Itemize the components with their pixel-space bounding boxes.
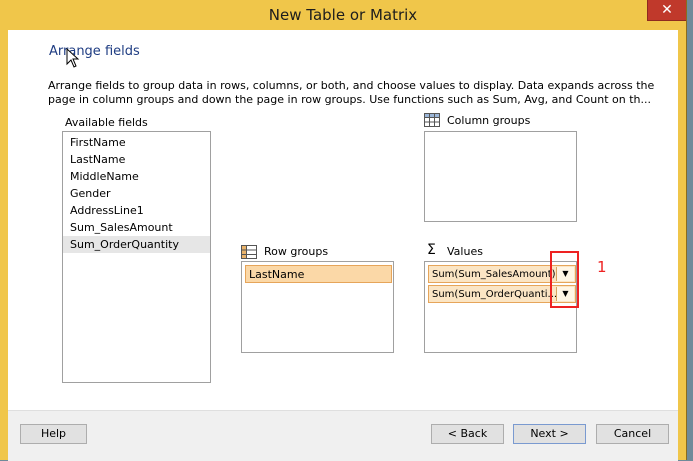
row-groups-label: Row groups — [264, 245, 329, 258]
field-item[interactable]: MiddleName — [63, 168, 210, 185]
annotation-highlight — [550, 251, 579, 308]
sigma-icon: Σ — [427, 242, 436, 258]
field-item[interactable]: FirstName — [63, 134, 210, 151]
row-groups-list[interactable]: LastName — [241, 261, 394, 353]
field-item[interactable]: Gender — [63, 185, 210, 202]
window-title: New Table or Matrix — [268, 6, 418, 24]
description: Arrange fields to group data in rows, co… — [48, 79, 673, 107]
cancel-button[interactable]: Cancel — [596, 424, 669, 444]
close-button[interactable]: ✕ — [647, 0, 686, 21]
dialog-window: New Table or Matrix ✕ Arrange fields Arr… — [0, 0, 687, 461]
content-area: Arrange fields Arrange fields to group d… — [8, 30, 678, 410]
value-item-label: Sum(Sum_SalesAmount) — [432, 269, 556, 280]
field-item-selected[interactable]: Sum_OrderQuantity — [63, 236, 210, 253]
title-bar: New Table or Matrix ✕ — [0, 0, 686, 30]
available-fields-list[interactable]: FirstName LastName MiddleName Gender Add… — [62, 131, 211, 383]
column-groups-list[interactable] — [424, 131, 577, 222]
value-item-label: Sum(Sum_OrderQuanti... — [432, 289, 556, 300]
column-groups-icon — [424, 113, 440, 127]
button-bar: Help < Back Next > Cancel — [8, 410, 678, 461]
row-groups-icon — [241, 245, 257, 259]
annotation-number: 1 — [597, 258, 607, 276]
field-item[interactable]: Sum_SalesAmount — [63, 219, 210, 236]
available-fields-label: Available fields — [65, 116, 148, 129]
description-line: Arrange fields to group data in rows, co… — [48, 79, 655, 92]
row-group-item[interactable]: LastName — [245, 265, 392, 283]
mouse-cursor-icon — [66, 48, 80, 68]
close-icon: ✕ — [661, 2, 673, 18]
help-button[interactable]: Help — [20, 424, 87, 444]
column-groups-label: Column groups — [447, 114, 531, 127]
page-heading: Arrange fields — [49, 44, 140, 59]
description-line: page in column groups and down the page … — [48, 93, 651, 106]
field-item[interactable]: AddressLine1 — [63, 202, 210, 219]
next-button[interactable]: Next > — [513, 424, 586, 444]
back-button[interactable]: < Back — [431, 424, 504, 444]
field-item[interactable]: LastName — [63, 151, 210, 168]
values-label: Values — [447, 245, 483, 258]
